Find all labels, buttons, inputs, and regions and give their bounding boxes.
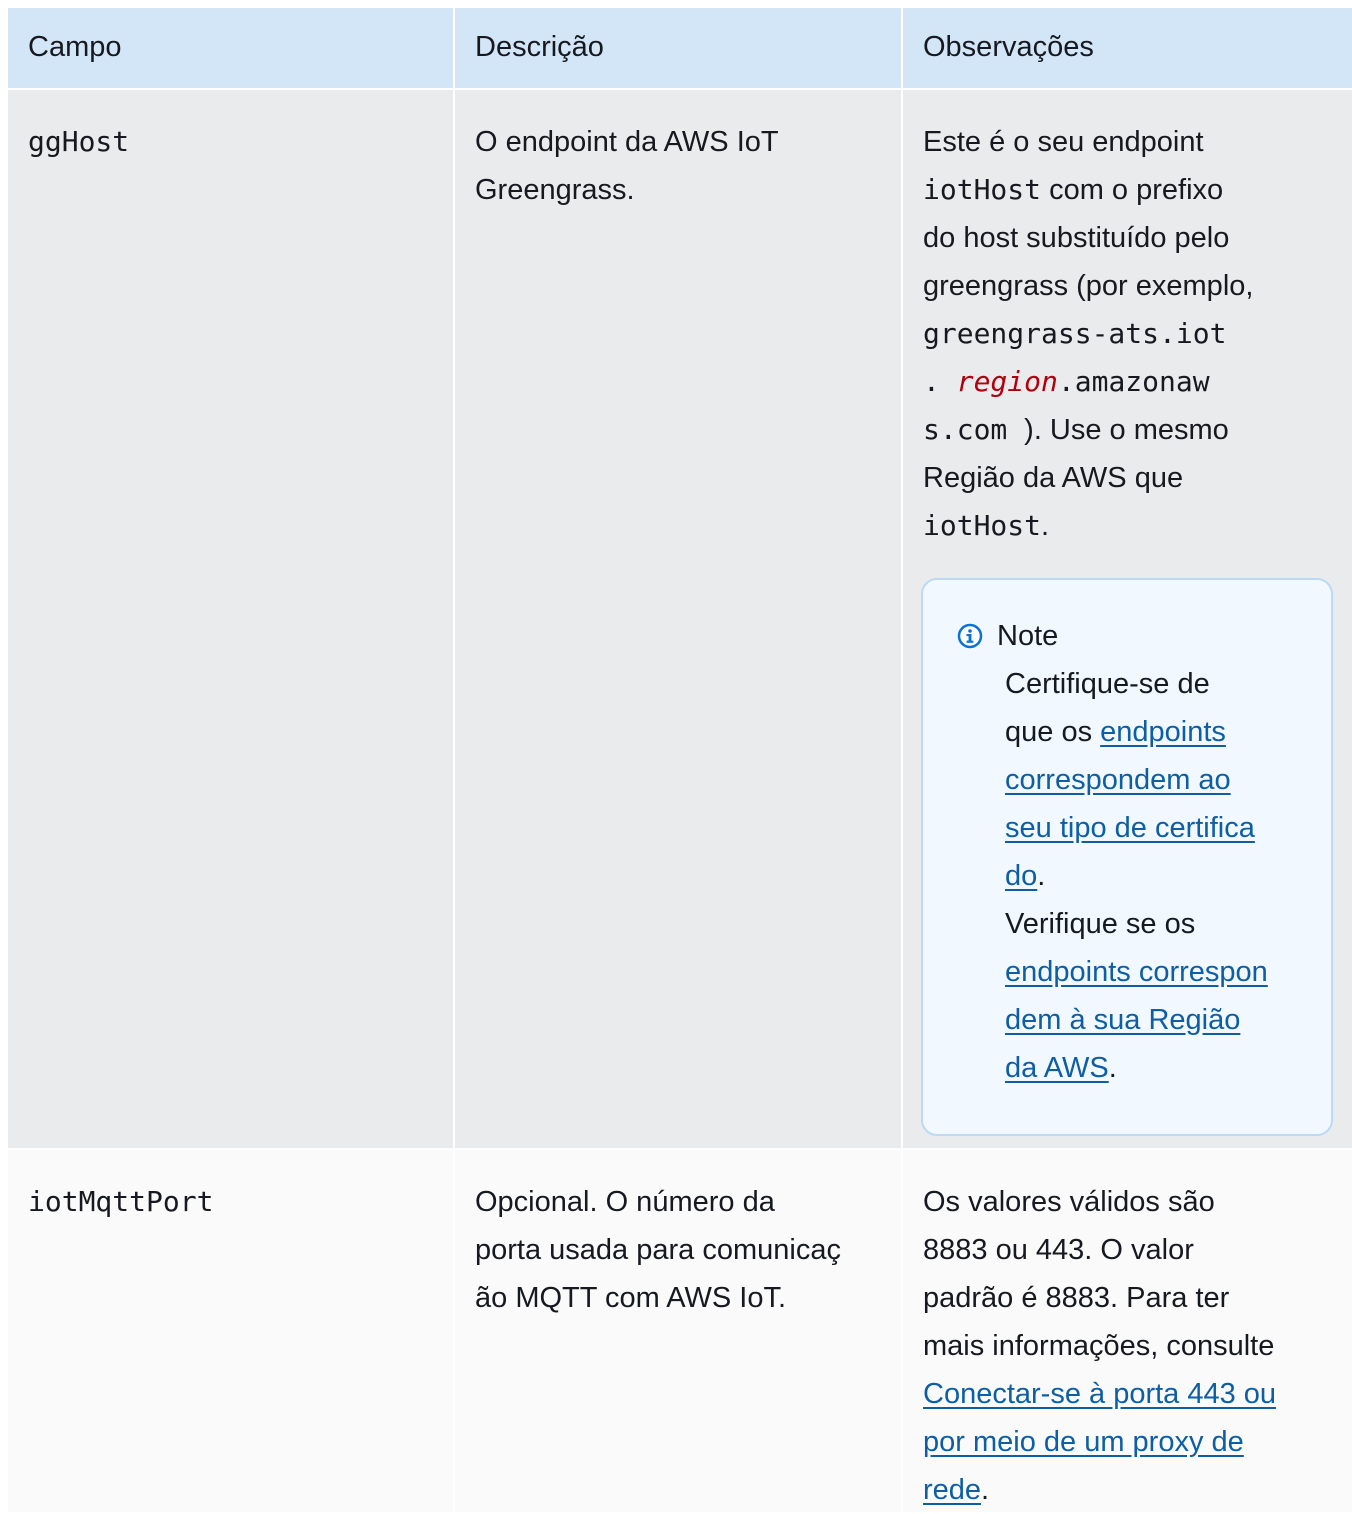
- port-443-proxy-link[interactable]: rede: [923, 1474, 981, 1506]
- note-line: Certifique-se de: [1005, 668, 1210, 700]
- notes-line: s.com ). Use o mesmo: [923, 406, 1334, 454]
- notes-text: .: [981, 1474, 990, 1506]
- notes-line: Região da AWS que: [923, 462, 1184, 494]
- note-line: Verifique se os: [1005, 908, 1196, 940]
- notes-line: greengrass-ats.iot: [923, 310, 1334, 358]
- notes-line: mais informações, consulte: [923, 1330, 1275, 1362]
- field-cell: ggHost: [8, 90, 455, 1148]
- endpoints-certificate-link[interactable]: endpoints: [1100, 716, 1226, 748]
- notes-line: Os valores válidos são: [923, 1186, 1215, 1218]
- field-cell: iotMqttPort: [8, 1150, 455, 1512]
- code-endpoint: .amazonaw: [1057, 365, 1210, 398]
- description-line: Greengrass.: [475, 174, 635, 206]
- description-line: ão MQTT com AWS IoT.: [475, 1282, 787, 1314]
- notes-cell: Os valores válidos são 8883 ou 443. O va…: [903, 1150, 1352, 1512]
- endpoints-certificate-link[interactable]: do: [1005, 860, 1037, 892]
- notes-text: .: [1041, 510, 1050, 542]
- endpoints-certificate-link[interactable]: correspondem ao: [1005, 764, 1231, 796]
- code-endpoint: s.com: [923, 413, 1025, 446]
- notes-line: iotHost com o prefixo: [923, 166, 1334, 214]
- note-line: endpoints correspon: [1005, 948, 1309, 996]
- description-cell: O endpoint da AWS IoT Greengrass.: [455, 90, 903, 1148]
- notes-cell: Este é o seu endpoint iotHost com o pref…: [903, 90, 1352, 1148]
- code-endpoint: greengrass-ats.iot: [923, 317, 1227, 350]
- notes-line: do host substituído pelo: [923, 222, 1230, 254]
- description-cell: Opcional. O número da porta usada para c…: [455, 1150, 903, 1512]
- parameters-table: Campo Descrição Observações ggHost O end…: [8, 8, 1352, 1512]
- notes-line: 8883 ou 443. O valor: [923, 1234, 1194, 1266]
- notes-line: Conectar-se à porta 443 ou: [923, 1370, 1334, 1418]
- note-title: Note: [997, 620, 1059, 652]
- note-line: correspondem ao: [1005, 756, 1309, 804]
- note-body: Certifique-se de que os endpoints corres…: [957, 660, 1309, 1092]
- port-443-proxy-link[interactable]: Conectar-se à porta 443 ou: [923, 1378, 1276, 1410]
- description-line: Opcional. O número da: [475, 1186, 775, 1218]
- header-observacoes: Observações: [903, 8, 1352, 88]
- note-text: .: [1108, 1052, 1117, 1084]
- description-line: porta usada para comunicaç: [475, 1234, 841, 1266]
- note-box: Note Certifique-se de que os endpoints c…: [921, 578, 1333, 1136]
- note-text: que os: [1005, 716, 1101, 748]
- notes-line: padrão é 8883. Para ter: [923, 1282, 1230, 1314]
- notes-line: Este é o seu endpoint: [923, 126, 1204, 158]
- note-line: da AWS.: [1005, 1044, 1309, 1092]
- header-campo: Campo: [8, 8, 455, 88]
- port-443-proxy-link[interactable]: por meio de um proxy de: [923, 1426, 1244, 1458]
- code-region-param: region: [956, 365, 1058, 398]
- note-text: .: [1037, 860, 1046, 892]
- info-icon: [957, 623, 983, 649]
- notes-line: rede.: [923, 1466, 1334, 1514]
- notes-line: iotHost.: [923, 502, 1334, 550]
- description-line: O endpoint da AWS IoT: [475, 126, 779, 158]
- note-line: que os endpoints: [1005, 708, 1309, 756]
- notes-line: por meio de um proxy de: [923, 1418, 1334, 1466]
- code-endpoint: .: [923, 365, 957, 398]
- endpoints-region-link[interactable]: endpoints correspon: [1005, 956, 1268, 988]
- note-line: dem à sua Região: [1005, 996, 1309, 1044]
- note-title-row: Note: [957, 612, 1309, 660]
- field-name: ggHost: [28, 125, 130, 158]
- notes-text: com o prefixo: [1041, 174, 1224, 206]
- note-line: seu tipo de certifica: [1005, 804, 1309, 852]
- notes-line: . region.amazonaw: [923, 358, 1334, 406]
- endpoints-region-link[interactable]: dem à sua Região: [1005, 1004, 1240, 1036]
- code-iothost: iotHost: [923, 173, 1042, 206]
- header-descricao: Descrição: [455, 8, 903, 88]
- notes-text: ). Use o mesmo: [1024, 414, 1229, 446]
- endpoints-region-link[interactable]: da AWS: [1005, 1052, 1109, 1084]
- field-name: iotMqttPort: [28, 1185, 214, 1218]
- endpoints-certificate-link[interactable]: seu tipo de certifica: [1005, 812, 1255, 844]
- code-iothost: iotHost: [923, 509, 1042, 542]
- notes-line: greengrass (por exemplo,: [923, 270, 1254, 302]
- note-line: do.: [1005, 852, 1309, 900]
